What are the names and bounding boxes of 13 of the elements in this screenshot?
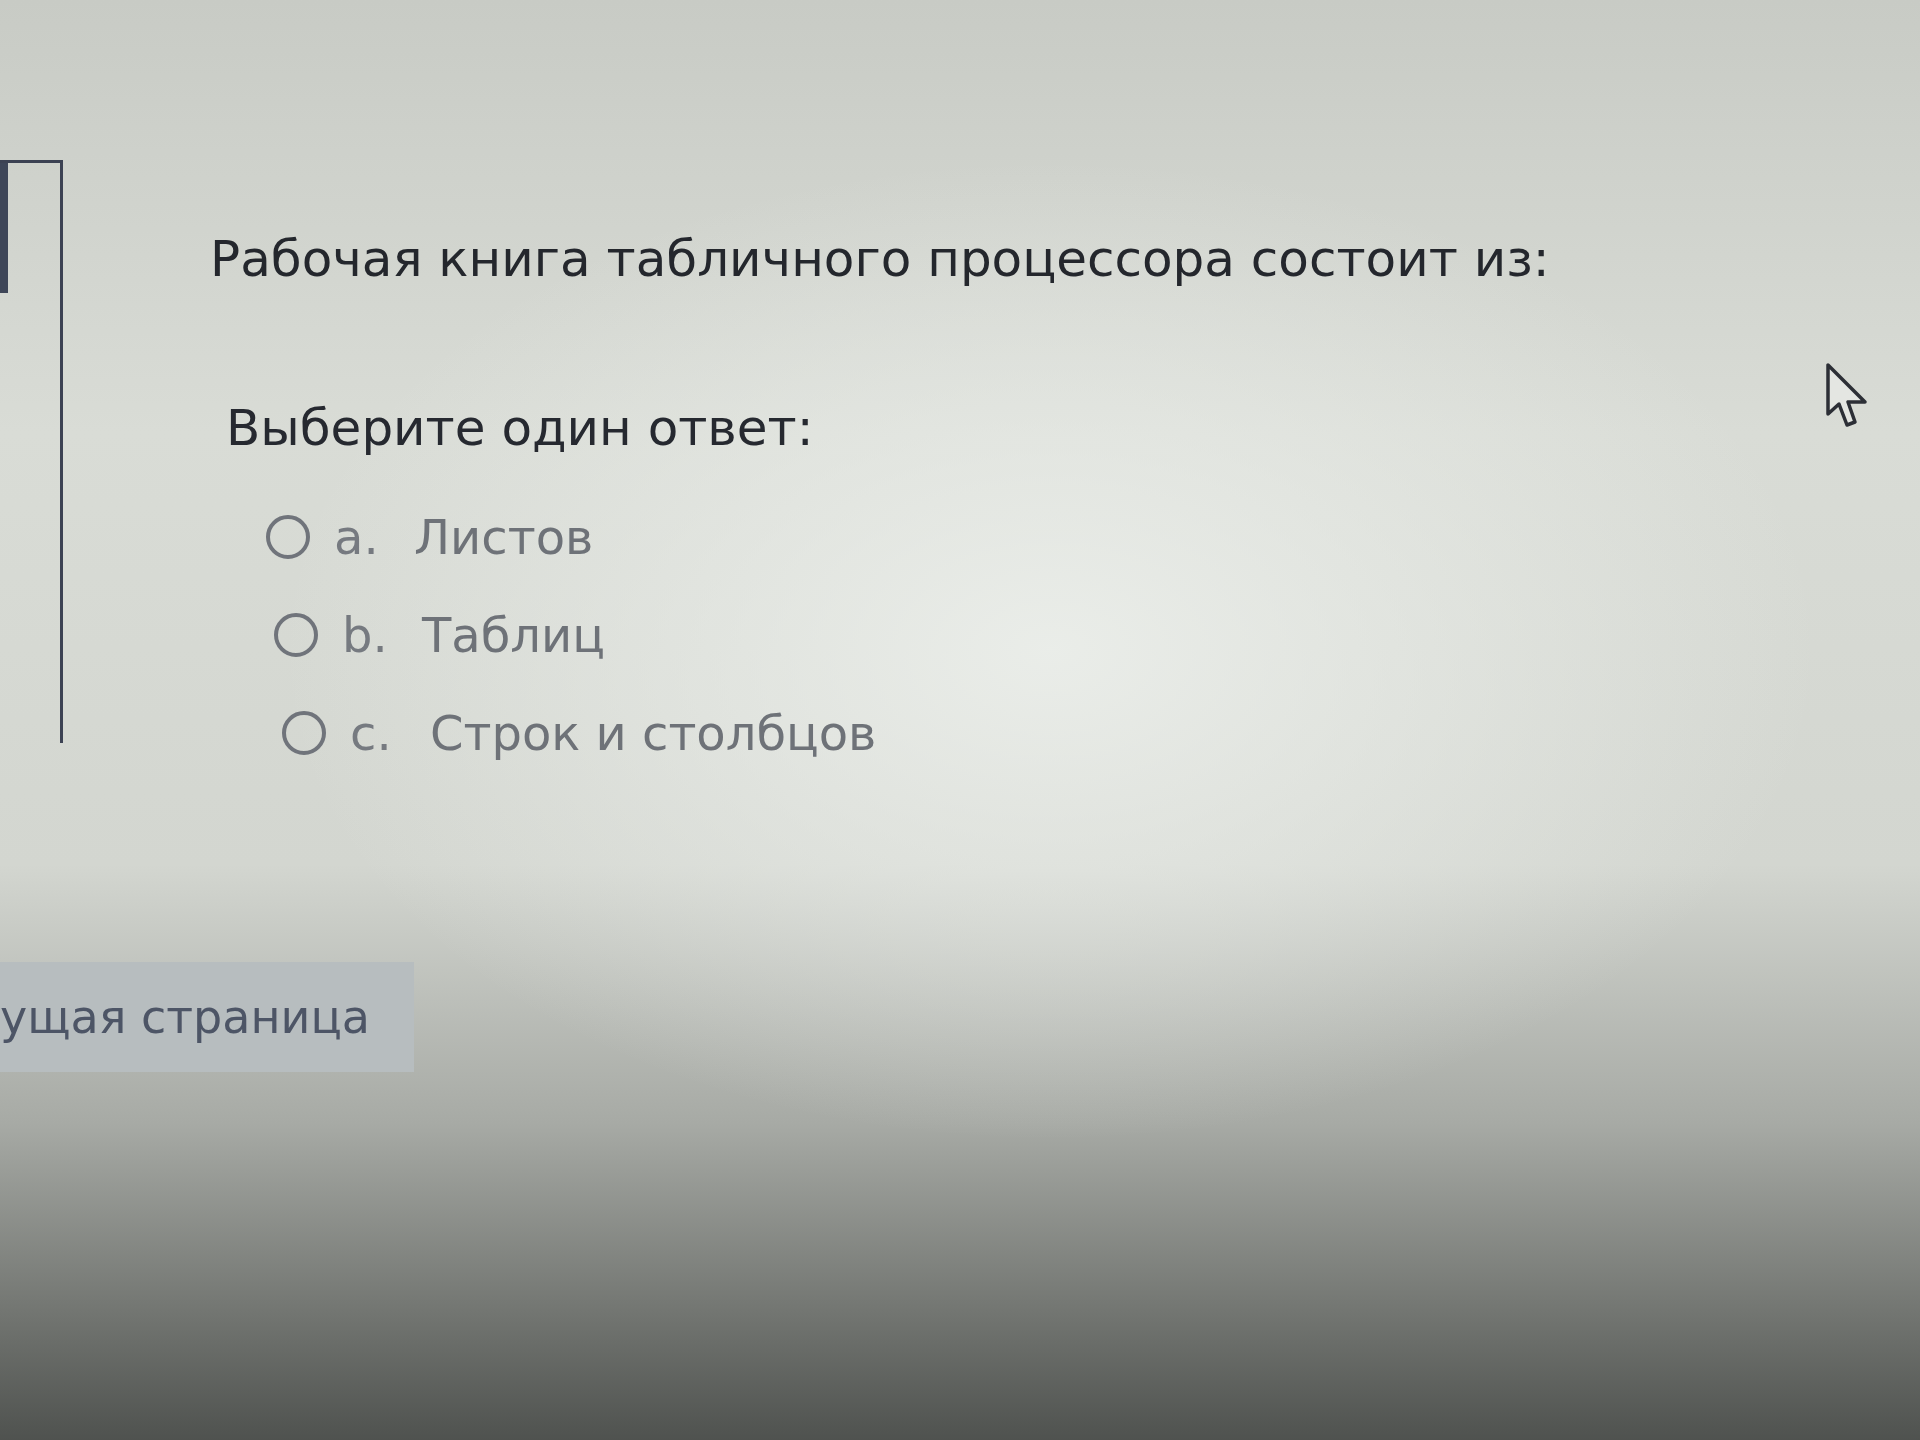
option-label[interactable]: Строк и столбцов [430,703,877,763]
next-page-button[interactable]: ущая страница [0,962,414,1072]
answer-prompt: Выберите один ответ: [226,398,814,459]
option-label[interactable]: Таблиц [422,605,605,665]
option-label[interactable]: Листов [414,507,594,567]
option-letter: b. [342,606,389,665]
option-letter: c. [350,704,393,763]
radio-button[interactable] [274,613,318,657]
option-letter: a. [334,508,380,567]
question-text: Рабочая книга табличного процессора состоит из: [210,229,1550,290]
cursor-icon [1825,362,1869,428]
radio-button[interactable] [266,515,310,559]
radio-button[interactable] [282,711,326,755]
